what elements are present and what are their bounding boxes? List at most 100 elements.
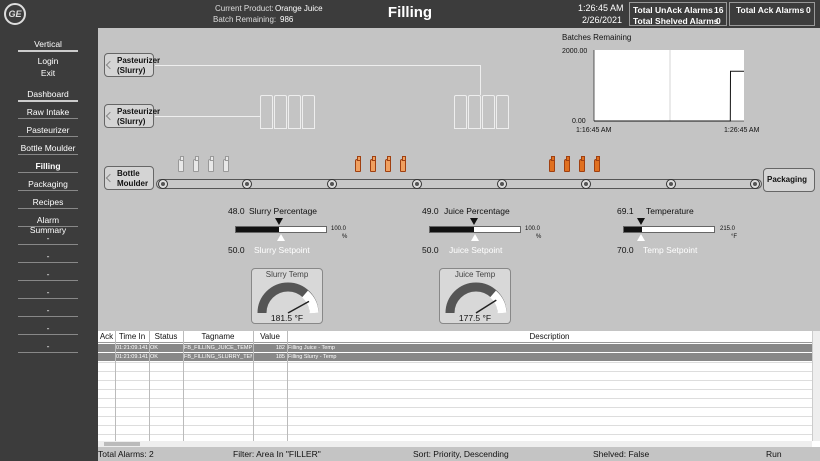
ack-alarms-label: Total Ack Alarms bbox=[736, 5, 805, 15]
pasteurizer-1-button[interactable]: Pasteurizer (Slurry) bbox=[104, 53, 160, 77]
filling-bottle bbox=[370, 156, 376, 172]
slurry-sp-marker[interactable] bbox=[277, 234, 285, 241]
table-row-line bbox=[98, 407, 812, 408]
nav-login[interactable]: Login bbox=[18, 56, 78, 66]
slurry-pipe-riser bbox=[480, 65, 481, 95]
nav-bottle-moulder[interactable]: Bottle Moulder bbox=[18, 143, 78, 153]
chevron-left-icon bbox=[105, 111, 115, 121]
status-shelved: Shelved: False bbox=[593, 449, 650, 459]
temp-name: Temperature bbox=[646, 206, 694, 216]
chart-y-max: 2000.00 bbox=[562, 48, 587, 55]
conveyor-roller bbox=[581, 179, 591, 189]
table-row[interactable]: 01:21:09.141 OK FB_FILLING_SLURRY_TEM 18… bbox=[98, 353, 812, 361]
nav-pasteurizer[interactable]: Pasteurizer bbox=[18, 125, 78, 135]
table-row-line bbox=[98, 425, 812, 426]
slurry-sp[interactable]: 50.0 bbox=[228, 245, 245, 255]
nav-placeholder[interactable]: - bbox=[18, 323, 78, 333]
nav-packaging[interactable]: Packaging bbox=[18, 179, 78, 189]
temp-sp[interactable]: 70.0 bbox=[617, 245, 634, 255]
pasteurizer-2-label: Pasteurizer (Slurry) bbox=[117, 107, 161, 126]
nav-filling[interactable]: Filling bbox=[18, 161, 78, 171]
col-description[interactable]: Description bbox=[287, 332, 812, 341]
alarm-table-header: Ack Time In Status Tagname Value Descrip… bbox=[98, 331, 812, 343]
col-value[interactable]: Value bbox=[253, 332, 287, 341]
conveyor-roller bbox=[412, 179, 422, 189]
chart-plot-area bbox=[594, 50, 744, 121]
juice-bar bbox=[429, 226, 521, 233]
nav-alarm-summary[interactable]: Alarm Summary bbox=[18, 215, 78, 235]
conveyor-roller bbox=[666, 179, 676, 189]
chart-x-end: 1:26:45 AM bbox=[724, 127, 760, 134]
slurry-pv: 48.0 bbox=[228, 206, 245, 216]
chart-title: Batches Remaining bbox=[562, 33, 632, 42]
gauge-needle bbox=[287, 300, 310, 314]
nav-placeholder[interactable]: - bbox=[18, 305, 78, 315]
alarm-status-bar: Total Alarms: 2 Filter: Area In "FILLER"… bbox=[98, 447, 820, 461]
gauge-needle bbox=[475, 299, 497, 314]
ack-alarm-box[interactable]: Total Ack Alarms 0 bbox=[729, 2, 815, 26]
row-value: 182 bbox=[275, 345, 285, 351]
product-value: Orange Juice bbox=[275, 4, 323, 13]
full-bottle bbox=[549, 156, 555, 172]
nav-recipes[interactable]: Recipes bbox=[18, 197, 78, 207]
nav-placeholder[interactable]: - bbox=[18, 251, 78, 261]
nav-vertical[interactable]: Vertical bbox=[18, 39, 78, 49]
batch-value: 986 bbox=[280, 15, 294, 24]
table-row-line bbox=[98, 398, 812, 399]
filler-tank bbox=[496, 95, 509, 129]
col-status[interactable]: Status bbox=[149, 332, 183, 341]
table-vertical-scrollbar[interactable] bbox=[812, 331, 820, 441]
juice-sp[interactable]: 50.0 bbox=[422, 245, 439, 255]
unack-alarms-label: Total UnAck Alarms bbox=[633, 5, 713, 15]
nav-placeholder[interactable]: - bbox=[18, 287, 78, 297]
col-ack[interactable]: Ack bbox=[98, 332, 115, 341]
conveyor-roller bbox=[327, 179, 337, 189]
pasteurizer-2-button[interactable]: Pasteurizer (Slurry) bbox=[104, 104, 160, 128]
nav-raw-intake[interactable]: Raw Intake bbox=[18, 107, 78, 117]
col-tagname[interactable]: Tagname bbox=[183, 332, 253, 341]
row-status: OK bbox=[150, 345, 158, 351]
col-time-in[interactable]: Time In bbox=[115, 332, 149, 341]
slurry-unit: % bbox=[342, 234, 348, 240]
slurry-pv-marker bbox=[275, 218, 284, 225]
slurry-bar bbox=[235, 226, 327, 233]
chevron-left-icon bbox=[105, 60, 115, 70]
juice-max: 100.0 bbox=[525, 226, 541, 232]
header-bar: GE Current Product: Orange Juice Batch R… bbox=[0, 0, 820, 28]
juice-sp-marker[interactable] bbox=[471, 234, 479, 241]
nav-sidebar: Vertical Login Exit Dashboard Raw Intake… bbox=[0, 28, 98, 461]
temp-sp-name: Temp Setpoint bbox=[643, 245, 698, 255]
juice-sp-name: Juice Setpoint bbox=[449, 245, 503, 255]
empty-bottle bbox=[193, 156, 199, 172]
temp-pv: 69.1 bbox=[617, 206, 634, 216]
slurry-max: 100.0 bbox=[331, 226, 347, 232]
packaging-button[interactable]: Packaging bbox=[763, 168, 815, 192]
table-row[interactable]: 01:21:09.141 OK FB_FILLING_JUICE_TEMP 18… bbox=[98, 344, 812, 352]
temp-sp-marker[interactable] bbox=[637, 234, 646, 241]
status-run: Run bbox=[766, 449, 782, 459]
gauge-value: 177.5 °F bbox=[458, 313, 492, 323]
juice-temp-gauge: Juice Temp 177.5 °F bbox=[439, 268, 511, 324]
filler-tank bbox=[260, 95, 273, 129]
clock-date: 2/26/2021 bbox=[582, 15, 623, 25]
nav-placeholder[interactable]: - bbox=[18, 233, 78, 243]
nav-placeholder[interactable]: - bbox=[18, 341, 78, 351]
nav-dashboard[interactable]: Dashboard bbox=[18, 89, 78, 99]
nav-placeholder[interactable]: - bbox=[18, 269, 78, 279]
clock-time: 1:26:45 AM bbox=[578, 3, 624, 13]
slurry-name: Slurry Percentage bbox=[249, 206, 318, 216]
juice-name: Juice Percentage bbox=[444, 206, 510, 216]
temp-pv-marker bbox=[637, 218, 646, 225]
juice-bar-fill bbox=[430, 227, 475, 232]
product-label: Current Product: bbox=[215, 4, 274, 13]
bottle-moulder-button[interactable]: Bottle Moulder bbox=[104, 166, 154, 190]
slurry-pipe-2 bbox=[155, 116, 260, 117]
table-row-line bbox=[98, 362, 812, 363]
row-desc: Filling Slurry - Temp bbox=[288, 354, 337, 360]
table-row-line bbox=[98, 416, 812, 417]
alarm-summary-box[interactable]: Total UnAck Alarms 16 Total Shelved Alar… bbox=[629, 2, 727, 26]
nav-exit[interactable]: Exit bbox=[18, 68, 78, 78]
slurry-sp-name: Slurry Setpoint bbox=[254, 245, 310, 255]
row-status: OK bbox=[150, 354, 158, 360]
scrollbar-thumb[interactable] bbox=[104, 442, 140, 446]
